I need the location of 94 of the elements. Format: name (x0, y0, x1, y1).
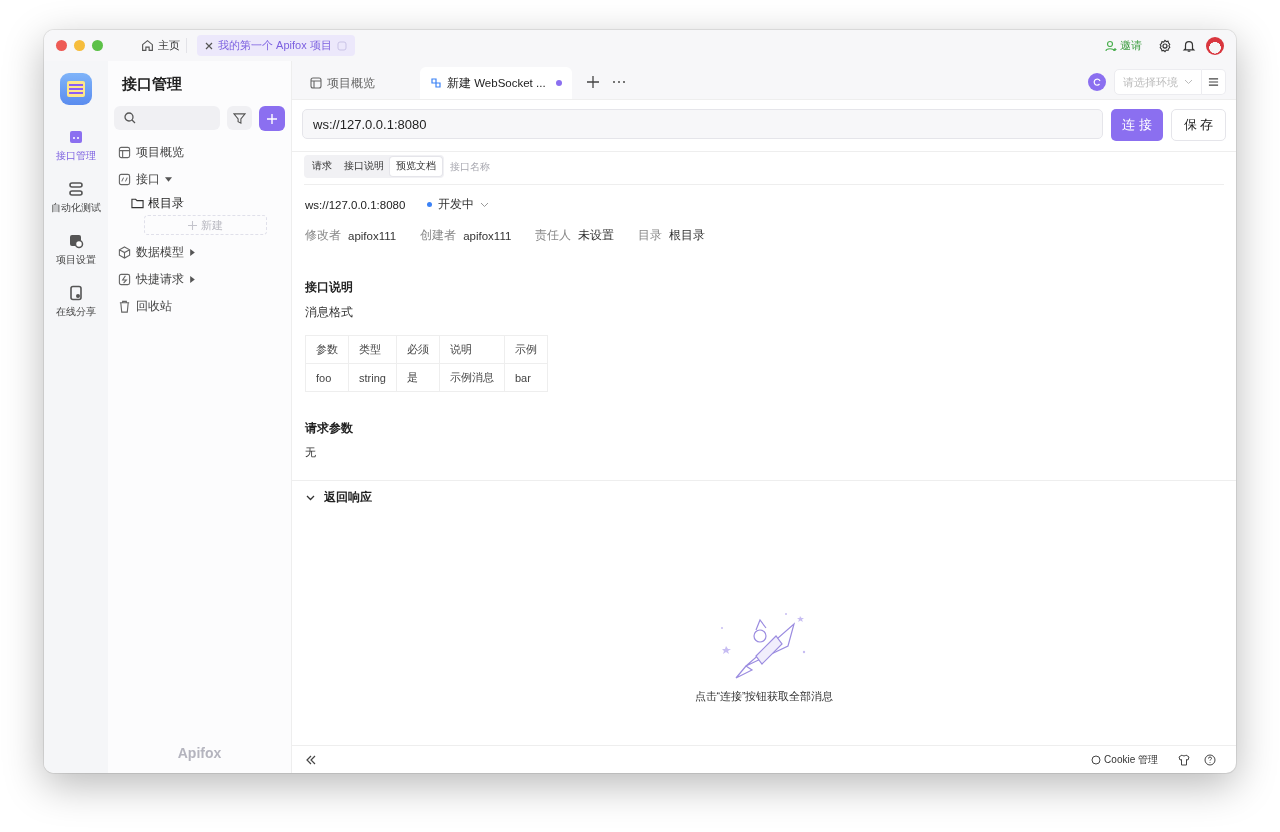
table-cell: foo (305, 363, 349, 392)
layout-icon (118, 146, 131, 159)
notification-icon[interactable] (1182, 38, 1196, 53)
chevron-icon (306, 494, 315, 501)
tab[interactable]: 项目概览 (300, 67, 420, 99)
meta-label: 责任人 (535, 228, 572, 243)
table-cell: 示例消息 (439, 363, 505, 392)
plus-icon (188, 220, 197, 230)
meta-value: 未设置 (578, 228, 615, 243)
chevron-down-icon (480, 201, 490, 208)
help-icon[interactable] (1204, 753, 1216, 766)
segment-tab[interactable]: 接口说明 (338, 157, 390, 176)
table-cell: string (348, 363, 397, 392)
meta-value: apifox111 (348, 229, 397, 242)
rail-item[interactable]: 在线分享 (44, 283, 108, 321)
params-text: 无 (305, 445, 317, 460)
column-header: 示例 (504, 335, 548, 364)
project-tab-label: 我的第一个 Apifox 项目 (218, 38, 332, 53)
cookie-button[interactable]: Cookie 管理 (1085, 751, 1164, 768)
api-icon (118, 173, 131, 186)
meta-value: 根目录 (669, 228, 706, 243)
search-icon (124, 112, 136, 124)
url-field[interactable]: ws://127.0.0.1:8080 (302, 109, 1103, 139)
close-light[interactable] (56, 40, 67, 51)
meta-label: 目录 (638, 228, 663, 243)
add-tab-icon[interactable] (586, 75, 600, 89)
column-header: 参数 (305, 335, 349, 364)
description-text: 消息格式 (305, 304, 354, 321)
tree-item[interactable]: 数据模型 (114, 239, 285, 266)
plus-icon (266, 112, 278, 125)
name-field[interactable]: 接口名称 (448, 160, 532, 173)
filter-icon (233, 111, 246, 125)
caret-icon[interactable] (189, 249, 196, 256)
settings-icon (68, 233, 84, 249)
status-dot (427, 202, 433, 207)
app-logo-icon (60, 73, 92, 105)
brand-text: Apifox (176, 745, 223, 761)
avatar[interactable] (1206, 36, 1224, 55)
rail-item[interactable]: 自动化测试 (44, 179, 108, 217)
caret-icon[interactable] (165, 176, 172, 183)
chevron-down-icon (1184, 79, 1193, 85)
menu-button[interactable] (1202, 69, 1226, 95)
search-field[interactable] (114, 106, 220, 130)
folder-icon (131, 197, 144, 209)
add-button[interactable] (259, 106, 285, 131)
home-tab[interactable]: 主页 (135, 38, 187, 53)
tree-item[interactable]: 项目概览 (114, 139, 285, 166)
cube-icon (118, 246, 131, 259)
save-button[interactable]: 保 存 (1171, 109, 1226, 141)
table-cell: bar (504, 363, 548, 392)
layers-icon (68, 181, 84, 197)
column-header: 说明 (439, 335, 505, 364)
tree-item[interactable]: 回收站 (114, 293, 285, 320)
meta-label: 创建者 (420, 228, 457, 243)
response-toggle[interactable]: 返回响应 (292, 481, 386, 514)
trash-icon (118, 300, 131, 313)
project-tab[interactable]: 我的第一个 Apifox 项目 (197, 35, 355, 56)
api-icon (68, 129, 84, 145)
shirt-icon[interactable] (1178, 753, 1190, 766)
endpoint-url: ws://127.0.0.1:8080 (305, 198, 406, 211)
caret-icon[interactable] (189, 276, 196, 283)
tree-item[interactable]: 根目录 (114, 193, 285, 213)
tree-item[interactable]: 接口 (114, 166, 285, 193)
link-icon (430, 77, 442, 89)
more-icon[interactable] (612, 80, 626, 84)
connect-button[interactable]: 连 接 (1111, 109, 1163, 141)
cookie-icon (1091, 754, 1102, 765)
section-title: 请求参数 (305, 420, 354, 437)
column-header: 类型 (348, 335, 397, 364)
layout-icon (310, 77, 322, 89)
menu-icon (1208, 77, 1219, 87)
meta-label: 修改者 (305, 228, 341, 243)
empty-state-text: 点击“连接”按钮获取全部消息 (694, 689, 834, 704)
rail-item[interactable]: 项目设置 (44, 231, 108, 269)
segment-tab[interactable]: 预览文档 (390, 157, 442, 176)
segment-tab[interactable]: 请求 (306, 157, 338, 176)
filter-button[interactable] (227, 106, 252, 130)
table-cell: 是 (396, 363, 440, 392)
lightning-icon (118, 273, 131, 286)
sync-icon[interactable] (1088, 73, 1106, 91)
tree-item[interactable]: 快捷请求 (114, 266, 285, 293)
settings-icon[interactable] (1158, 38, 1172, 53)
share-icon (68, 285, 84, 301)
status-select[interactable]: 开发中 (427, 197, 490, 212)
collapse-icon[interactable] (306, 754, 316, 765)
section-title: 接口说明 (305, 279, 354, 296)
home-icon (141, 39, 154, 52)
rail-item[interactable]: 接口管理 (44, 127, 108, 165)
meta-value: apifox111 (463, 229, 512, 242)
add-user-icon (1105, 39, 1117, 52)
close-icon[interactable] (205, 41, 213, 50)
sidebar-title: 接口管理 (122, 75, 183, 94)
column-header: 必须 (396, 335, 440, 364)
tab[interactable]: 新建 WebSocket ... (420, 67, 572, 99)
